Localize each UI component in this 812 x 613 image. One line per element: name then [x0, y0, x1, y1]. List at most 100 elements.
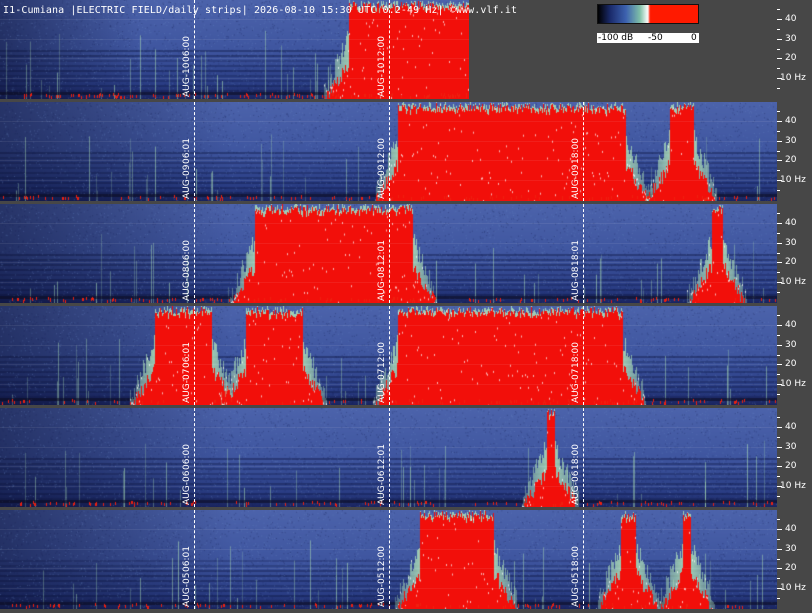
time-marker-line [389, 306, 390, 405]
time-marker-label: 06:00 [182, 444, 192, 470]
chart-title: I1-Cumiana |ELECTRIC FIELD/daily strips|… [3, 5, 518, 16]
y-minor-tick [777, 519, 780, 520]
y-minor-tick [777, 496, 780, 497]
y-tick-mark [777, 243, 782, 244]
y-minor-tick [777, 457, 780, 458]
day-label: AUG-06 [571, 470, 581, 505]
y-tick-label: 30 [785, 442, 797, 452]
y-tick-mark [777, 325, 782, 326]
time-marker-line [583, 408, 584, 507]
day-label: AUG-05 [182, 572, 192, 607]
y-minor-tick [777, 578, 780, 579]
time-marker-line [583, 102, 584, 201]
y-minor-tick [777, 355, 780, 356]
y-tick-label: 30 [785, 544, 797, 554]
frequency-axis: 40 30 20 10 Hz [777, 510, 812, 609]
spectrogram-figure: { "title": "I1-Cumiana |ELECTRIC FIELD/d… [0, 0, 812, 613]
y-minor-tick [777, 374, 780, 375]
time-marker-line [583, 204, 584, 303]
colorbar [597, 4, 699, 24]
y-tick-mark [777, 121, 782, 122]
time-marker-label: 18:01 [571, 240, 581, 266]
day-label: AUG-08 [182, 266, 192, 301]
day-strip: 06:01 AUG-07 12:00 AUG-07 18:00 AUG-07 40 30 20 1… [0, 306, 812, 405]
time-marker-line [583, 510, 584, 609]
y-tick-label: 20 [785, 155, 797, 165]
y-tick-label: 40 [785, 524, 797, 534]
grid-line [0, 58, 469, 59]
y-minor-tick [777, 213, 780, 214]
colorbar-label-min: -100 dB [598, 33, 634, 43]
y-tick-label: 10 Hz [780, 277, 806, 287]
time-marker-label: 12:01 [377, 444, 387, 470]
day-label: AUG-07 [182, 368, 192, 403]
y-tick-mark [777, 58, 782, 59]
colorbar-label-mid: -50 [648, 33, 663, 43]
time-marker-label: 18:00 [571, 138, 581, 164]
y-minor-tick [777, 170, 780, 171]
time-marker-line [389, 102, 390, 201]
time-marker-label: 12:00 [377, 138, 387, 164]
y-tick-mark [777, 223, 782, 224]
y-minor-tick [777, 272, 780, 273]
y-minor-tick [777, 29, 780, 30]
time-marker-line [194, 102, 195, 201]
time-marker-label: 12:00 [377, 36, 387, 62]
day-label: AUG-10 [182, 62, 192, 97]
day-strip: 06:01 AUG-09 12:00 AUG-09 18:00 AUG-09 40 30 20 1… [0, 102, 812, 201]
y-tick-label: 30 [785, 340, 797, 350]
grid-line [0, 78, 469, 79]
y-tick-mark [777, 447, 782, 448]
day-strip: 06:01 AUG-05 12:00 AUG-05 18:00 AUG-05 40 30 20 1… [0, 510, 812, 609]
time-marker-label: 06:00 [182, 240, 192, 266]
y-tick-mark [777, 549, 782, 550]
y-tick-label: 30 [785, 34, 797, 44]
y-minor-tick [777, 68, 780, 69]
day-label: AUG-09 [377, 164, 387, 199]
time-marker-line [389, 408, 390, 507]
day-label: AUG-05 [377, 572, 387, 607]
time-marker-label: 06:01 [182, 138, 192, 164]
grid-line [0, 39, 469, 40]
time-marker-label: 12:00 [377, 342, 387, 368]
time-marker-label: 12:01 [377, 240, 387, 266]
colorbar-labels: -100 dB -50 0 [597, 33, 699, 43]
time-marker-line [583, 306, 584, 405]
y-tick-mark [777, 160, 782, 161]
y-tick-mark [777, 39, 782, 40]
y-minor-tick [777, 111, 780, 112]
y-tick-label: 30 [785, 136, 797, 146]
day-label: AUG-05 [571, 572, 581, 607]
time-marker-label: 06:01 [182, 342, 192, 368]
y-tick-mark [777, 427, 782, 428]
day-strip: 06:00 AUG-08 12:01 AUG-08 18:01 AUG-08 40 30 20 1… [0, 204, 812, 303]
day-label: AUG-06 [377, 470, 387, 505]
y-tick-mark [777, 364, 782, 365]
time-marker-line [389, 204, 390, 303]
time-marker-label: 06:00 [182, 36, 192, 62]
day-label: AUG-08 [377, 266, 387, 301]
y-minor-tick [777, 292, 780, 293]
y-minor-tick [777, 49, 780, 50]
time-marker-label: 06:01 [182, 546, 192, 572]
day-label: AUG-09 [571, 164, 581, 199]
y-tick-label: 40 [785, 218, 797, 228]
day-label: AUG-06 [182, 470, 192, 505]
y-minor-tick [777, 190, 780, 191]
colorbar-label-max: 0 [691, 33, 697, 43]
day-label: AUG-07 [377, 368, 387, 403]
frequency-axis: 40 30 20 10 Hz [777, 204, 812, 303]
y-minor-tick [777, 539, 780, 540]
y-tick-label: 20 [785, 461, 797, 471]
time-marker-label: 12:00 [377, 546, 387, 572]
time-marker-line [194, 408, 195, 507]
y-tick-label: 20 [785, 257, 797, 267]
time-marker-line [194, 204, 195, 303]
y-minor-tick [777, 598, 780, 599]
y-minor-tick [777, 253, 780, 254]
day-strip: 06:00 AUG-06 12:01 AUG-06 18:00 AUG-06 40 30 20 1… [0, 408, 812, 507]
y-tick-label: 40 [785, 422, 797, 432]
y-minor-tick [777, 233, 780, 234]
y-tick-label: 10 Hz [780, 481, 806, 491]
time-marker-label: 18:00 [571, 342, 581, 368]
